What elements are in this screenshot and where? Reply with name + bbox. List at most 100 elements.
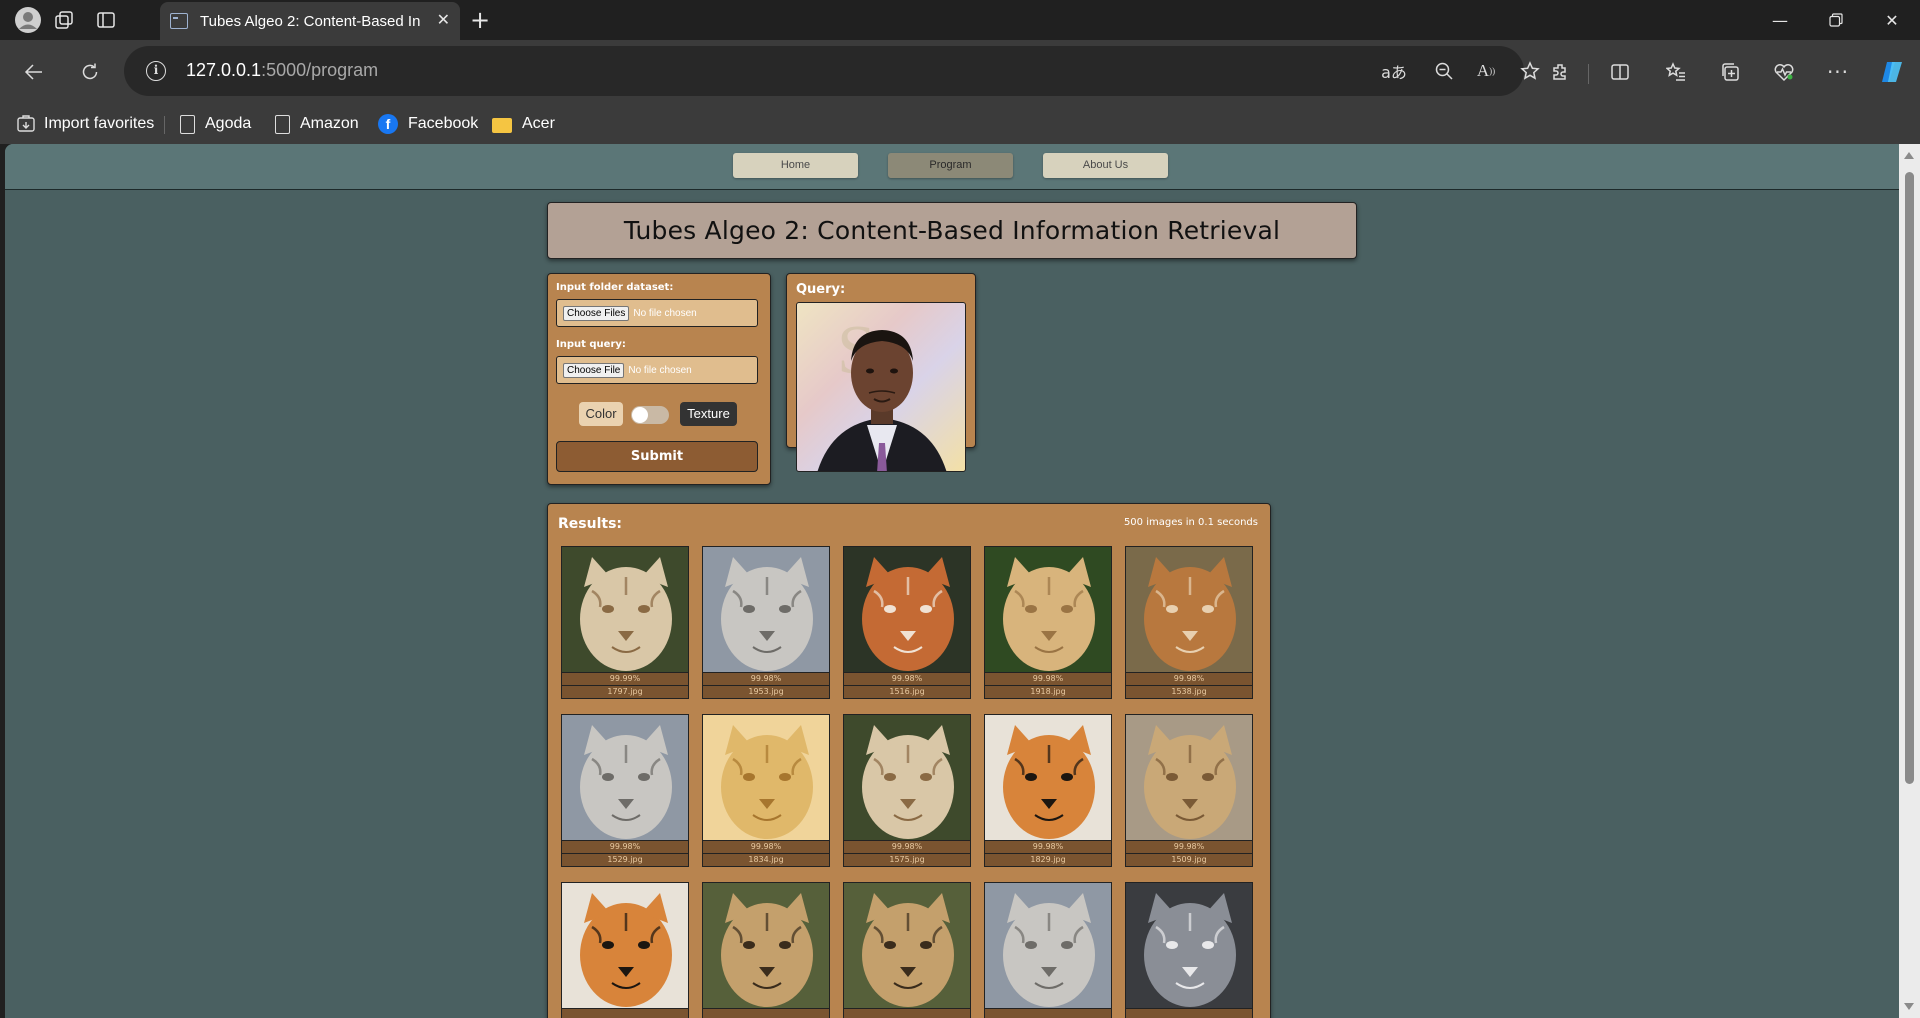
result-image: [984, 714, 1112, 841]
page-scrollbar[interactable]: [1899, 144, 1920, 1018]
dataset-label: Input folder dataset:: [556, 282, 674, 293]
result-score: 99.98%: [984, 841, 1112, 854]
favorite-label: Amazon: [300, 115, 359, 132]
result-item[interactable]: 99.98% 1529.jpg: [561, 714, 689, 867]
site-info-icon[interactable]: i: [146, 61, 166, 81]
result-image: [702, 546, 830, 673]
url-text: 127.0.0.1:5000/program: [186, 60, 378, 81]
result-score: [843, 1009, 971, 1018]
choose-files-button[interactable]: Choose Files: [563, 305, 630, 321]
result-score: 99.98%: [561, 841, 689, 854]
extensions-icon[interactable]: [1540, 52, 1580, 92]
browser-essentials-icon[interactable]: [1764, 52, 1804, 92]
favorite-amazon[interactable]: Amazon: [275, 112, 359, 136]
result-image: [561, 546, 689, 673]
result-item[interactable]: [843, 882, 971, 1018]
back-icon[interactable]: [14, 52, 54, 92]
result-filename: 1953.jpg: [702, 686, 830, 699]
scroll-up-icon[interactable]: [1904, 152, 1914, 159]
result-item[interactable]: 99.98% 1834.jpg: [702, 714, 830, 867]
choose-file-button[interactable]: Choose File: [563, 362, 625, 378]
result-score: 99.98%: [984, 673, 1112, 686]
reload-icon[interactable]: [70, 52, 110, 92]
translate-icon[interactable]: aあ: [1374, 51, 1414, 91]
results-stat: 500 images in 0.1 seconds: [1123, 517, 1258, 528]
folder-icon: [492, 117, 512, 133]
url-path: :5000/program: [261, 60, 379, 80]
split-screen-icon[interactable]: [1600, 52, 1640, 92]
result-filename: 1575.jpg: [843, 854, 971, 867]
nav-about-us[interactable]: About Us: [1043, 153, 1168, 178]
zoom-out-icon[interactable]: [1424, 51, 1464, 91]
nav-program[interactable]: Program: [888, 153, 1013, 178]
result-item[interactable]: 99.98% 1575.jpg: [843, 714, 971, 867]
result-item[interactable]: 99.98% 1516.jpg: [843, 546, 971, 699]
result-score: 99.98%: [1125, 841, 1253, 854]
query-file-input[interactable]: Choose File No file chosen: [556, 356, 758, 384]
close-window-icon[interactable]: ✕: [1864, 0, 1920, 40]
result-image: [1125, 714, 1253, 841]
favorite-facebook[interactable]: f Facebook: [378, 112, 478, 136]
color-mode-label[interactable]: Color: [579, 402, 623, 426]
scroll-down-icon[interactable]: [1904, 1003, 1914, 1010]
color-texture-toggle[interactable]: [631, 406, 669, 424]
result-item[interactable]: [561, 882, 689, 1018]
texture-mode-label[interactable]: Texture: [680, 402, 737, 426]
result-score: 99.98%: [702, 673, 830, 686]
favorite-import[interactable]: Import favorites: [16, 112, 154, 136]
restore-icon[interactable]: [1808, 0, 1864, 40]
result-image: [702, 882, 830, 1009]
result-image: [1125, 882, 1253, 1009]
result-item[interactable]: 99.98% 1918.jpg: [984, 546, 1112, 699]
toggle-knob: [632, 407, 648, 423]
favorites-icon[interactable]: [1656, 52, 1696, 92]
result-item[interactable]: 99.98% 1538.jpg: [1125, 546, 1253, 699]
new-tab-icon[interactable]: +: [460, 0, 500, 40]
minimize-icon[interactable]: —: [1752, 0, 1808, 40]
result-item[interactable]: 99.98% 1509.jpg: [1125, 714, 1253, 867]
result-image: [843, 714, 971, 841]
result-item[interactable]: 99.98% 1953.jpg: [702, 546, 830, 699]
result-score: 99.98%: [1125, 673, 1253, 686]
copilot-icon[interactable]: [1872, 52, 1912, 92]
submit-button[interactable]: Submit: [556, 441, 758, 472]
favorite-label: Acer: [522, 115, 555, 132]
result-image: [561, 882, 689, 1009]
favorite-acer[interactable]: Acer: [492, 112, 555, 136]
tab-close-icon[interactable]: ✕: [437, 10, 450, 29]
result-item[interactable]: 99.99% 1797.jpg: [561, 546, 689, 699]
query-image: S: [796, 302, 966, 472]
facebook-icon: f: [378, 114, 398, 134]
dataset-file-input[interactable]: Choose Files No file chosen: [556, 299, 758, 327]
favorite-agoda[interactable]: Agoda: [180, 112, 251, 136]
result-score: [561, 1009, 689, 1018]
result-filename: 1509.jpg: [1125, 854, 1253, 867]
workspaces-icon[interactable]: [44, 0, 84, 40]
result-item[interactable]: 99.98% 1829.jpg: [984, 714, 1112, 867]
result-item[interactable]: [702, 882, 830, 1018]
favorite-label: Agoda: [205, 115, 252, 132]
result-item[interactable]: [984, 882, 1112, 1018]
result-item[interactable]: [1125, 882, 1253, 1018]
read-aloud-icon[interactable]: A)): [1466, 51, 1506, 91]
results-panel: Results: 500 images in 0.1 seconds 99.99…: [547, 503, 1271, 1018]
collections-icon[interactable]: [1710, 52, 1750, 92]
result-score: 99.98%: [843, 841, 971, 854]
favorites-bar: Import favorites Agoda Amazon f Facebook…: [0, 104, 1920, 144]
page-icon: [180, 114, 195, 134]
more-options-icon[interactable]: ···: [1818, 52, 1858, 92]
nav-home[interactable]: Home: [733, 153, 858, 178]
vertical-tabs-icon[interactable]: [86, 0, 126, 40]
profile-icon[interactable]: [8, 0, 48, 40]
result-score: [702, 1009, 830, 1018]
active-tab[interactable]: Tubes Algeo 2: Content-Based Information…: [160, 2, 460, 40]
page-viewport: Home Program About Us Tubes Algeo 2: Con…: [5, 144, 1899, 1018]
toolbar-divider: [1588, 64, 1589, 84]
scrollbar-thumb[interactable]: [1905, 172, 1914, 784]
result-score: 99.98%: [843, 673, 971, 686]
result-filename: 1529.jpg: [561, 854, 689, 867]
address-bar[interactable]: i 127.0.0.1:5000/program aあ A)): [124, 46, 1540, 96]
favorite-label: Facebook: [408, 115, 479, 132]
result-image: [561, 714, 689, 841]
result-filename: 1538.jpg: [1125, 686, 1253, 699]
